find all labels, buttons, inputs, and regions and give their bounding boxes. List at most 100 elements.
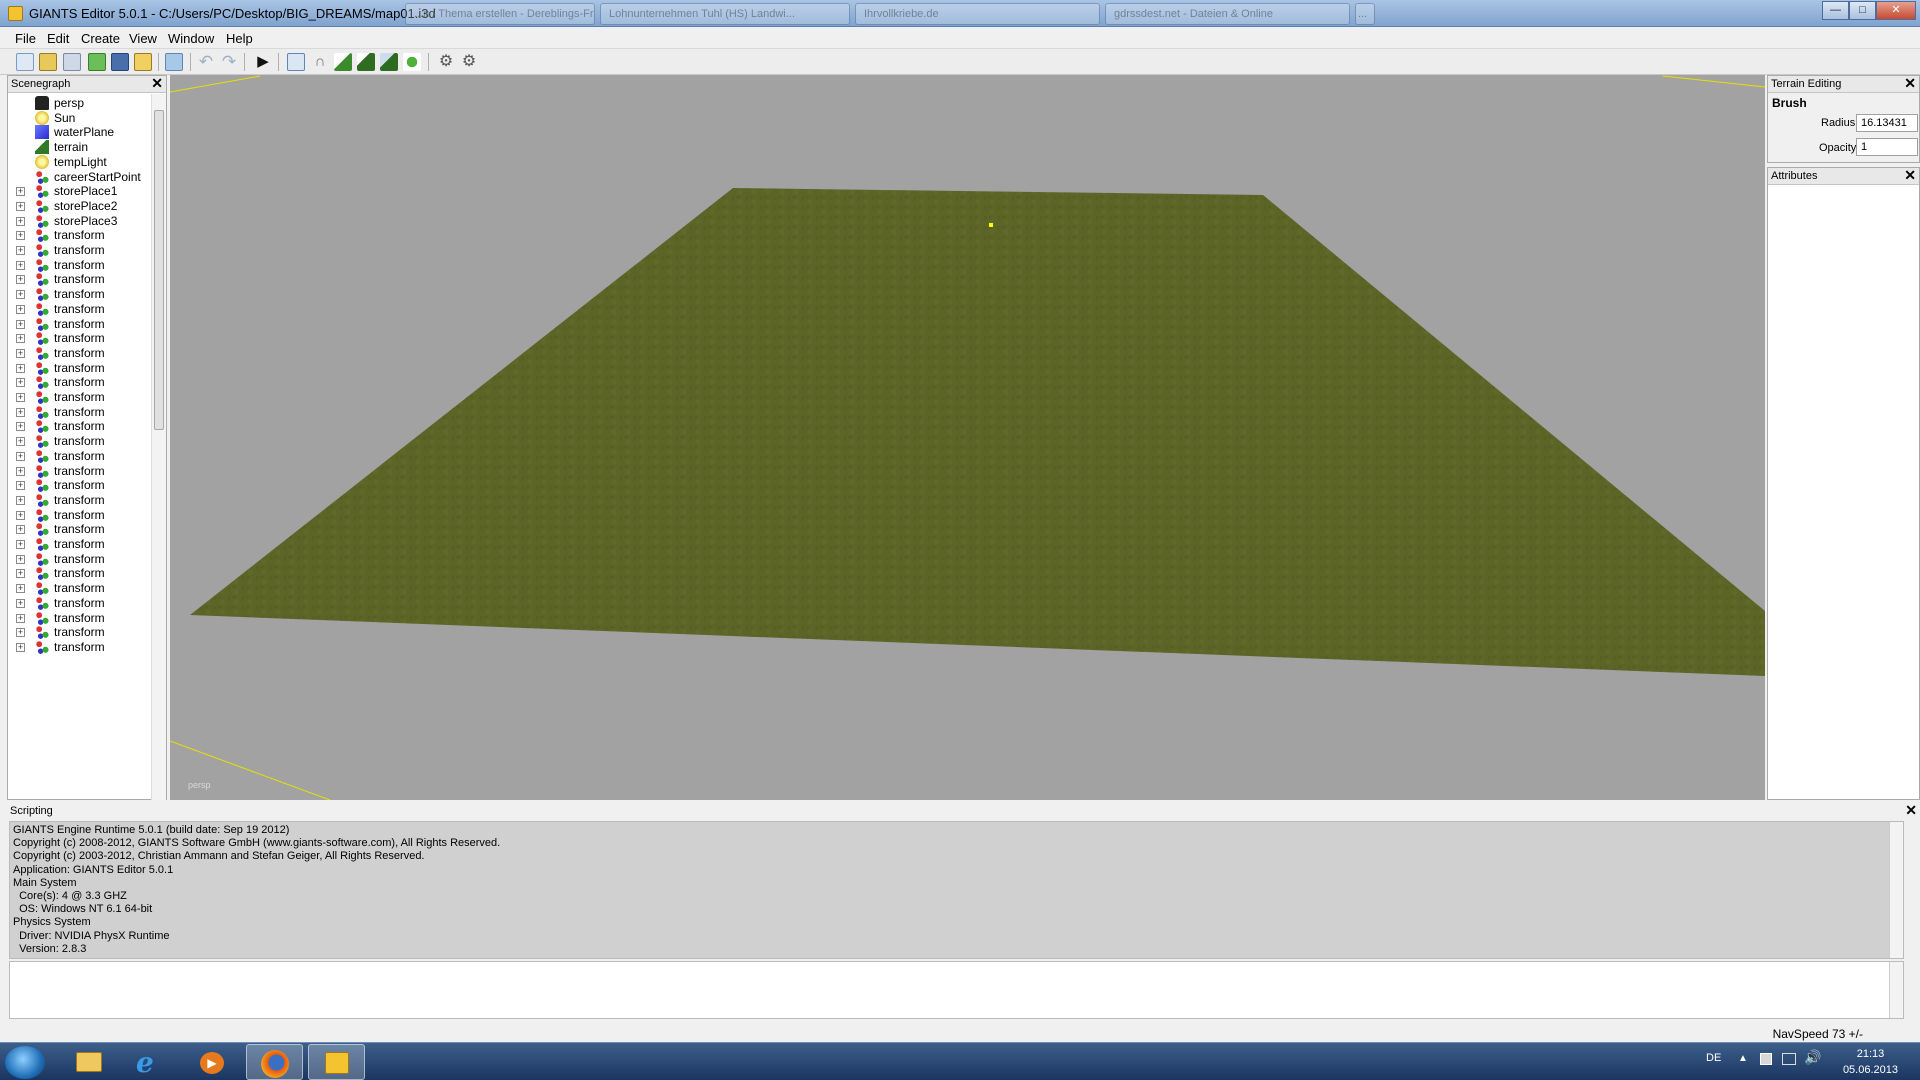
script-command-input[interactable] — [9, 961, 1904, 1019]
expand-toggle-icon[interactable]: + — [16, 187, 25, 197]
expand-toggle-icon[interactable]: + — [16, 598, 25, 608]
background-tab[interactable]: ...n / Thema erstellen - Dereblings-Fr..… — [405, 3, 595, 25]
expand-toggle-icon[interactable]: + — [16, 216, 25, 226]
background-tab[interactable]: ... — [1355, 3, 1375, 25]
select-tool-icon[interactable] — [287, 53, 305, 71]
media-player-icon[interactable]: ▶ — [184, 1044, 241, 1080]
background-tab[interactable]: Lohnunternehmen Tuhl (HS) Landwi... — [600, 3, 850, 25]
volume-icon[interactable]: 🔊 — [1804, 1049, 1821, 1066]
menu-file[interactable]: File — [15, 31, 36, 46]
scrollbar-thumb[interactable] — [154, 110, 164, 430]
expand-toggle-icon[interactable]: + — [16, 319, 25, 329]
minimize-button[interactable]: — — [1822, 1, 1849, 20]
scenegraph-scrollbar[interactable] — [151, 94, 166, 800]
maximize-button[interactable]: □ — [1849, 1, 1876, 20]
viewport-canvas[interactable] — [170, 75, 1765, 800]
terrain-smooth-icon[interactable] — [380, 53, 398, 71]
expand-toggle-icon[interactable]: + — [16, 290, 25, 300]
expand-toggle-icon[interactable]: + — [16, 451, 25, 461]
expand-toggle-icon[interactable]: + — [16, 393, 25, 402]
close-icon[interactable]: ✕ — [1904, 75, 1916, 92]
scripting-panel: Scripting ✕ GIANTS Engine Runtime 5.0.1 … — [7, 802, 1920, 1023]
menu-edit[interactable]: Edit — [47, 31, 69, 46]
expand-toggle-icon[interactable]: + — [16, 437, 25, 447]
play-icon[interactable]: ▶ — [254, 53, 272, 71]
3d-viewport[interactable]: persp — [170, 75, 1765, 800]
settings-icon[interactable]: ⚙ — [437, 53, 455, 71]
tray-expand-icon[interactable]: ▲ — [1738, 1053, 1748, 1064]
expand-toggle-icon[interactable]: + — [16, 378, 25, 388]
network-icon[interactable] — [1782, 1053, 1796, 1065]
settings-alt-icon[interactable]: ⚙ — [460, 53, 478, 71]
background-tab[interactable]: gdrssdest.net - Dateien & Online — [1105, 3, 1350, 25]
terrain-sculpt-icon[interactable] — [334, 53, 352, 71]
internet-explorer-icon[interactable]: e — [122, 1044, 179, 1080]
menu-view[interactable]: View — [129, 31, 157, 46]
scenegraph-node[interactable]: + transform — [8, 638, 152, 656]
import-icon[interactable] — [63, 53, 81, 71]
undo-icon[interactable]: ↶ — [197, 53, 215, 71]
save-icon[interactable] — [111, 53, 129, 71]
close-icon[interactable]: ✕ — [151, 75, 163, 92]
giants-editor-icon[interactable] — [308, 1044, 365, 1080]
toolbar: ↶ ↷ ▶ ∩ ⚙ ⚙ — [0, 49, 1920, 75]
language-indicator[interactable]: DE — [1706, 1052, 1721, 1064]
reload-icon[interactable] — [88, 53, 106, 71]
move-tool-icon[interactable]: ∩ — [311, 53, 329, 71]
opacity-field[interactable]: 1 — [1856, 138, 1918, 156]
expand-toggle-icon[interactable]: + — [16, 231, 25, 241]
expand-toggle-icon[interactable]: + — [16, 584, 25, 594]
expand-toggle-icon[interactable]: + — [16, 495, 25, 505]
menu-window[interactable]: Window — [168, 31, 214, 46]
attributes-panel: Attributes ✕ — [1767, 167, 1920, 800]
expand-toggle-icon[interactable]: + — [16, 642, 25, 652]
camera-label: persp — [188, 780, 211, 790]
expand-toggle-icon[interactable]: + — [16, 363, 25, 373]
menu-help[interactable]: Help — [226, 31, 253, 46]
expand-toggle-icon[interactable]: + — [16, 569, 25, 579]
log-scrollbar[interactable] — [1889, 822, 1903, 958]
menu-create[interactable]: Create — [81, 31, 120, 46]
new-icon[interactable] — [16, 53, 34, 71]
start-orb-icon[interactable] — [5, 1046, 45, 1079]
scripting-title: Scripting — [10, 805, 53, 817]
expand-toggle-icon[interactable]: + — [16, 481, 25, 491]
expand-toggle-icon[interactable]: + — [16, 275, 25, 285]
save-as-icon[interactable] — [134, 53, 152, 71]
radius-field[interactable]: 16.13431 — [1856, 114, 1918, 132]
background-tab[interactable]: Ihrvollkriebe.de — [855, 3, 1100, 25]
expand-toggle-icon[interactable]: + — [16, 260, 25, 270]
expand-toggle-icon[interactable]: + — [16, 201, 25, 211]
action-center-icon[interactable] — [1760, 1053, 1772, 1065]
expand-toggle-icon[interactable]: + — [16, 510, 25, 520]
expand-toggle-icon[interactable]: + — [16, 554, 25, 564]
giants-logo-icon — [325, 1052, 349, 1074]
expand-toggle-icon[interactable]: + — [16, 628, 25, 638]
expand-toggle-icon[interactable]: + — [16, 348, 25, 358]
close-button[interactable]: ✕ — [1876, 1, 1916, 20]
explorer-icon[interactable] — [60, 1044, 117, 1080]
firefox-icon[interactable] — [246, 1044, 303, 1080]
expand-toggle-icon[interactable]: + — [16, 613, 25, 623]
expand-toggle-icon[interactable]: + — [16, 334, 25, 344]
expand-toggle-icon[interactable]: + — [16, 246, 25, 255]
clock-date: 05.06.2013 — [1842, 1064, 1898, 1076]
open-icon[interactable] — [39, 53, 57, 71]
scenegraph-node-label: transform — [54, 639, 105, 654]
expand-toggle-icon[interactable]: + — [16, 466, 25, 476]
expand-toggle-icon[interactable]: + — [16, 304, 25, 314]
revert-icon[interactable] — [165, 53, 183, 71]
system-clock[interactable]: 21:13 05.06.2013 — [1843, 1046, 1898, 1078]
scenegraph-tree[interactable]: persp Sun waterPlane terrain tempLight career… — [8, 94, 152, 800]
terrain-mesh[interactable] — [190, 188, 1765, 676]
expand-toggle-icon[interactable]: + — [16, 407, 25, 417]
expand-toggle-icon[interactable]: + — [16, 525, 25, 535]
close-icon[interactable]: ✕ — [1904, 167, 1916, 184]
expand-toggle-icon[interactable]: + — [16, 540, 25, 549]
input-scrollbar[interactable] — [1889, 962, 1903, 1018]
expand-toggle-icon[interactable]: + — [16, 422, 25, 432]
redo-icon[interactable]: ↷ — [220, 53, 238, 71]
terrain-paint-icon[interactable] — [357, 53, 375, 71]
close-icon[interactable]: ✕ — [1905, 802, 1917, 819]
foliage-paint-icon[interactable] — [403, 53, 421, 71]
